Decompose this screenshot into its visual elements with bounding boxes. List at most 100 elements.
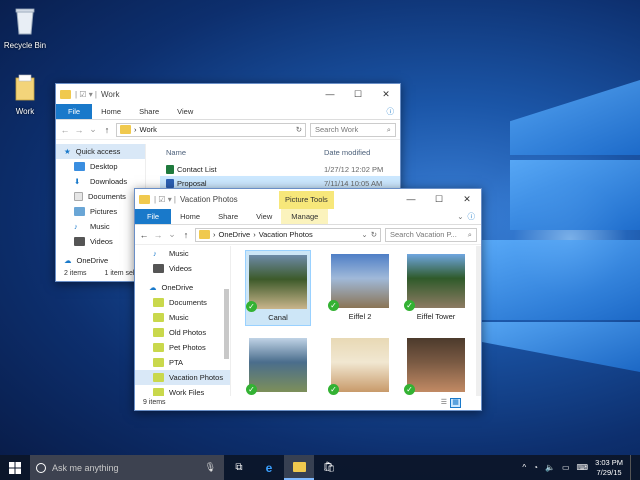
refresh-icon[interactable]: ↻ [371, 230, 377, 239]
main-scrollbar[interactable] [476, 246, 481, 398]
help-icon[interactable]: ⓘ [468, 209, 476, 224]
column-date-modified[interactable]: Date modified [324, 148, 370, 157]
sidebar-item-music[interactable]: ♪ Music [135, 246, 230, 261]
search-input[interactable]: Search Vacation P... ⌕ [385, 227, 477, 242]
sidebar-item-vacation-photos[interactable]: Vacation Photos [135, 370, 230, 385]
wallpaper-pane [482, 240, 640, 320]
status-bar: 9 items ☰ ▦ [135, 396, 481, 410]
column-name[interactable]: Name [160, 148, 324, 157]
sidebar-item-quick-access[interactable]: ★ Quick access [56, 144, 145, 159]
tab-file[interactable]: File [56, 104, 93, 119]
network-icon[interactable]: ◔ [533, 463, 538, 472]
sidebar-item-pta[interactable]: PTA [135, 355, 230, 370]
tab-manage[interactable]: Manage [281, 209, 329, 224]
table-row[interactable]: Contact List 1/27/12 12:02 PM [160, 162, 400, 176]
tab-share[interactable]: Share [130, 104, 168, 119]
sidebar-item-label: Music [169, 313, 189, 322]
show-desktop-button[interactable] [630, 455, 634, 480]
sidebar-item-music-folder[interactable]: Music [135, 310, 230, 325]
tab-view[interactable]: View [247, 209, 281, 224]
tab-share[interactable]: Share [209, 209, 247, 224]
sidebar-item-pet-photos[interactable]: Pet Photos [135, 340, 230, 355]
history-dropdown-icon[interactable]: ⌄ [167, 229, 177, 240]
sidebar-item-label: OneDrive [161, 283, 194, 292]
search-placeholder: Ask me anything [52, 462, 119, 473]
breadcrumb-work[interactable]: Work [140, 125, 157, 134]
up-arrow-icon[interactable]: ↑ [181, 230, 191, 240]
sidebar-item-desktop[interactable]: Desktop [56, 159, 145, 174]
breadcrumb-onedrive[interactable]: OneDrive [219, 230, 251, 239]
refresh-icon[interactable]: ↻ [296, 125, 302, 134]
sidebar-item-label: Quick access [75, 147, 121, 156]
sidebar-item-videos[interactable]: Videos [135, 261, 230, 276]
sidebar-item-videos[interactable]: Videos [56, 234, 145, 249]
volume-icon[interactable]: 🔈 [545, 463, 555, 472]
search-input[interactable]: Search Work ⌕ [310, 122, 396, 137]
vacation-photos-window[interactable]: | ☑ ▾ | Vacation Photos Picture Tools — … [134, 188, 482, 411]
clock[interactable]: 3:03 PM 7/29/15 [595, 458, 623, 478]
sidebar-item-onedrive[interactable]: ☁ OneDrive [135, 280, 230, 295]
details-view-icon[interactable]: ☰ [441, 396, 447, 410]
address-dropdown-icon[interactable]: ⌄ [361, 230, 367, 239]
desktop-icon-work[interactable]: Work [0, 72, 55, 116]
show-hidden-icons-icon[interactable]: ^ [522, 463, 526, 472]
sidebar-item-music[interactable]: ♪ Music [56, 219, 145, 234]
help-icon[interactable]: ⓘ [387, 104, 395, 119]
videos-icon [153, 264, 164, 273]
file-name: Proposal [177, 178, 207, 188]
wallpaper-pane [482, 322, 640, 372]
address-bar[interactable]: › OneDrive › Vacation Photos ⌄ ↻ [195, 227, 381, 242]
title-bar[interactable]: | ☑ ▾ | Vacation Photos Picture Tools — … [135, 189, 481, 209]
tab-home[interactable]: Home [92, 104, 130, 119]
photo-thumbnail[interactable]: ✓ Canal [245, 250, 311, 326]
title-bar[interactable]: | ☑ ▾ | Work — ☐ ✕ [56, 84, 400, 104]
back-arrow-icon[interactable]: ← [139, 230, 149, 240]
tab-home[interactable]: Home [171, 209, 209, 224]
photo-thumbnail[interactable]: ✓ Eiffel 2 [327, 250, 393, 324]
store-icon[interactable]: 🛍 [314, 455, 344, 480]
sidebar-item-old-photos[interactable]: Old Photos [135, 325, 230, 340]
keyboard-icon[interactable]: ⌨ [577, 463, 589, 472]
sidebar-item-documents[interactable]: Documents [56, 189, 145, 204]
expand-ribbon-icon[interactable]: ⌄ [457, 209, 463, 224]
file-explorer-icon[interactable] [284, 455, 314, 480]
desktop-icon-recycle-bin[interactable]: Recycle Bin [0, 6, 55, 50]
pictures-icon [74, 207, 85, 216]
taskbar: Ask me anything 🎙 ⧉ e 🛍 ^ ◔ 🔈 ▭ ⌨ 3:03 P… [0, 455, 640, 480]
up-arrow-icon[interactable]: ↑ [102, 125, 112, 135]
forward-arrow-icon[interactable]: → [153, 230, 163, 240]
microphone-icon[interactable]: 🎙 [205, 462, 216, 473]
sidebar-item-downloads[interactable]: ⬇ Downloads [56, 174, 145, 189]
cortana-search-box[interactable]: Ask me anything 🎙 [30, 455, 224, 480]
tab-view[interactable]: View [168, 104, 202, 119]
quick-access-toolbar-icon[interactable]: | ☑ ▾ | [154, 195, 176, 204]
sidebar-item-documents[interactable]: Documents [135, 295, 230, 310]
maximize-button[interactable]: ☐ [425, 189, 453, 209]
back-arrow-icon[interactable]: ← [60, 125, 70, 135]
close-button[interactable]: ✕ [453, 189, 481, 209]
sidebar-item-onedrive[interactable]: ☁ OneDrive [56, 253, 145, 268]
address-bar[interactable]: › Work ↻ [116, 122, 306, 137]
close-button[interactable]: ✕ [372, 84, 400, 104]
minimize-button[interactable]: — [397, 189, 425, 209]
maximize-button[interactable]: ☐ [344, 84, 372, 104]
file-name: Contact List [177, 164, 217, 174]
breadcrumb-vacation-photos[interactable]: Vacation Photos [259, 230, 313, 239]
sidebar-item-pictures[interactable]: Pictures [56, 204, 145, 219]
windows-logo-icon [9, 461, 21, 474]
edge-browser-icon[interactable]: e [254, 455, 284, 480]
quick-access-toolbar-icon[interactable]: | ☑ ▾ | [75, 90, 97, 99]
item-count: 9 items [143, 399, 166, 406]
action-center-icon[interactable]: ▭ [562, 463, 570, 472]
minimize-button[interactable]: — [316, 84, 344, 104]
start-button[interactable] [0, 455, 30, 480]
large-icons-view-icon[interactable]: ▦ [450, 398, 461, 408]
file-date: 1/27/12 12:02 PM [324, 164, 384, 174]
task-view-icon[interactable]: ⧉ [224, 455, 254, 480]
nav-scrollbar[interactable] [224, 289, 229, 359]
sidebar-item-label: Videos [90, 237, 113, 246]
photo-thumbnail[interactable]: ✓ Eiffel Tower [403, 250, 469, 324]
tab-file[interactable]: File [135, 209, 172, 224]
history-dropdown-icon[interactable]: ⌄ [88, 124, 98, 135]
forward-arrow-icon[interactable]: → [74, 125, 84, 135]
